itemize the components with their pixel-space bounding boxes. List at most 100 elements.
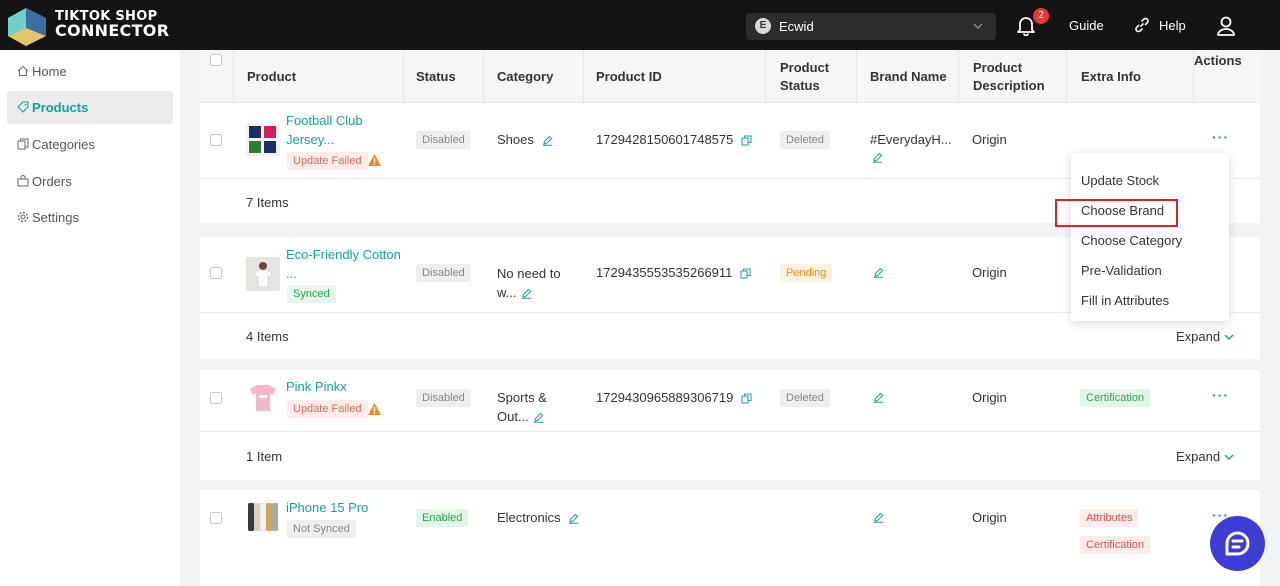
- sidebar-item-settings[interactable]: Settings: [7, 201, 173, 234]
- product-id-text: 1729430965889306719: [596, 390, 734, 405]
- edit-icon[interactable]: [542, 135, 553, 146]
- expand-toggle[interactable]: Expand: [1176, 449, 1234, 464]
- highlight-annotation: [1055, 199, 1178, 227]
- extra-info-badge[interactable]: Attributes: [1080, 509, 1139, 527]
- chat-button[interactable]: [1210, 516, 1265, 571]
- column-header-product[interactable]: Product: [247, 68, 296, 86]
- column-header-product-description[interactable]: Product Description: [973, 59, 1045, 95]
- description-cell: Origin: [972, 132, 1007, 147]
- sidebar-item-products[interactable]: Products: [7, 91, 173, 124]
- column-divider: [233, 50, 234, 103]
- variant-count: 1 Item: [246, 449, 283, 464]
- column-header-product-status[interactable]: Product Status: [780, 59, 829, 95]
- column-header-status[interactable]: Status: [416, 68, 456, 86]
- variant-count: 4 Items: [246, 329, 289, 344]
- table-header: Product Status Category Product ID Produ…: [200, 50, 1260, 103]
- row-checkbox[interactable]: [210, 512, 222, 524]
- expand-toggle[interactable]: Expand: [1176, 329, 1234, 344]
- variant-count: 7 Items: [246, 195, 289, 210]
- product-thumbnail[interactable]: [246, 257, 280, 291]
- chevron-down-icon: [1224, 334, 1234, 340]
- sidebar-item-label: Products: [32, 100, 89, 115]
- logo-line-2: CONNECTOR: [55, 21, 170, 40]
- store-select[interactable]: E Ecwid: [746, 13, 996, 40]
- edit-icon[interactable]: [533, 412, 544, 423]
- product-name-link[interactable]: Football Club Jersey...: [286, 111, 363, 149]
- warning-icon[interactable]: [367, 402, 382, 416]
- edit-icon[interactable]: [873, 512, 884, 523]
- menu-item-fill-attributes[interactable]: Fill in Attributes: [1081, 293, 1169, 308]
- warning-icon[interactable]: [367, 153, 382, 167]
- edit-icon[interactable]: [568, 513, 579, 524]
- status-badge: Disabled: [416, 131, 471, 149]
- column-header-extra-info[interactable]: Extra Info: [1081, 68, 1141, 86]
- column-divider: [765, 50, 766, 103]
- extra-info-badge[interactable]: Certification: [1080, 536, 1151, 554]
- edit-icon[interactable]: [872, 152, 883, 163]
- sidebar-item-orders[interactable]: Orders: [7, 165, 173, 198]
- product-id-cell: 1729430965889306719: [596, 388, 752, 407]
- product-group: Pink Pinkx Update Failed Disabled Sports…: [200, 370, 1260, 480]
- column-divider: [583, 50, 584, 103]
- sidebar-item-label: Settings: [32, 210, 79, 225]
- menu-item-pre-validation[interactable]: Pre-Validation: [1081, 263, 1162, 278]
- edit-icon[interactable]: [873, 267, 884, 278]
- description-cell: Origin: [972, 265, 1007, 280]
- sidebar-item-label: Home: [32, 64, 67, 79]
- more-actions-icon[interactable]: ···: [1212, 129, 1229, 145]
- chat-icon: [1225, 531, 1250, 556]
- jersey-image-icon: [246, 123, 280, 157]
- header-line: Product: [780, 60, 830, 75]
- sync-status-badge: Not Synced: [287, 520, 356, 538]
- product-name-link[interactable]: iPhone 15 Pro: [286, 498, 368, 517]
- sidebar-item-home[interactable]: Home: [7, 55, 173, 88]
- user-icon[interactable]: [1215, 15, 1237, 37]
- category-cell: No need to w...: [497, 264, 561, 302]
- logo-mark-icon: [8, 8, 46, 46]
- category-text: Out...: [497, 409, 529, 424]
- chevron-down-icon: [973, 23, 983, 29]
- edit-icon[interactable]: [873, 392, 884, 403]
- column-header-product-id[interactable]: Product ID: [596, 68, 662, 86]
- select-all-checkbox[interactable]: [210, 54, 222, 66]
- product-thumbnail[interactable]: [246, 123, 280, 157]
- row-checkbox[interactable]: [210, 267, 222, 279]
- copy-icon[interactable]: [741, 135, 752, 146]
- row-checkbox[interactable]: [210, 134, 222, 146]
- table-row: Pink Pinkx Update Failed Disabled Sports…: [200, 370, 1260, 432]
- sync-status-badge: Update Failed: [287, 152, 368, 170]
- more-actions-icon[interactable]: ···: [1212, 387, 1229, 403]
- sync-status-badge: Synced: [287, 285, 336, 303]
- copy-icon[interactable]: [741, 393, 752, 404]
- column-header-actions: Actions: [1194, 53, 1242, 68]
- product-name-link[interactable]: Eco-Friendly Cotton ...: [286, 245, 401, 283]
- product-thumbnail[interactable]: [246, 500, 280, 534]
- header-line: Status: [780, 78, 820, 93]
- column-header-category[interactable]: Category: [497, 68, 553, 86]
- menu-item-choose-category[interactable]: Choose Category: [1081, 233, 1182, 248]
- column-divider: [483, 50, 484, 103]
- edit-icon[interactable]: [521, 288, 532, 299]
- phone-image-icon: [246, 500, 280, 534]
- copy-icon[interactable]: [740, 268, 751, 279]
- category-text: Electronics: [497, 510, 561, 525]
- extra-info-badge[interactable]: Certification: [1080, 389, 1151, 407]
- notification-count-badge: 2: [1033, 8, 1049, 24]
- product-id-cell: 1729428150601748575: [596, 130, 752, 149]
- chevron-down-icon: [1224, 454, 1234, 460]
- sidebar-item-categories[interactable]: Categories: [7, 128, 173, 161]
- column-header-brand-name[interactable]: Brand Name: [870, 68, 947, 86]
- description-cell: Origin: [972, 510, 1007, 525]
- bag-icon: [17, 175, 29, 187]
- product-thumbnail[interactable]: [246, 380, 280, 414]
- app-logo[interactable]: TIKTOK SHOP CONNECTOR: [6, 6, 169, 46]
- store-avatar: E: [755, 18, 771, 34]
- row-checkbox[interactable]: [210, 392, 222, 404]
- guide-link[interactable]: Guide: [1069, 18, 1104, 33]
- menu-item-update-stock[interactable]: Update Stock: [1081, 173, 1159, 188]
- product-status-badge: Pending: [780, 264, 833, 282]
- store-name: Ecwid: [779, 19, 814, 34]
- product-id-cell: 1729435553535266911: [596, 263, 751, 282]
- sync-status-badge: Update Failed: [287, 400, 368, 418]
- product-name-link[interactable]: Pink Pinkx: [286, 377, 347, 396]
